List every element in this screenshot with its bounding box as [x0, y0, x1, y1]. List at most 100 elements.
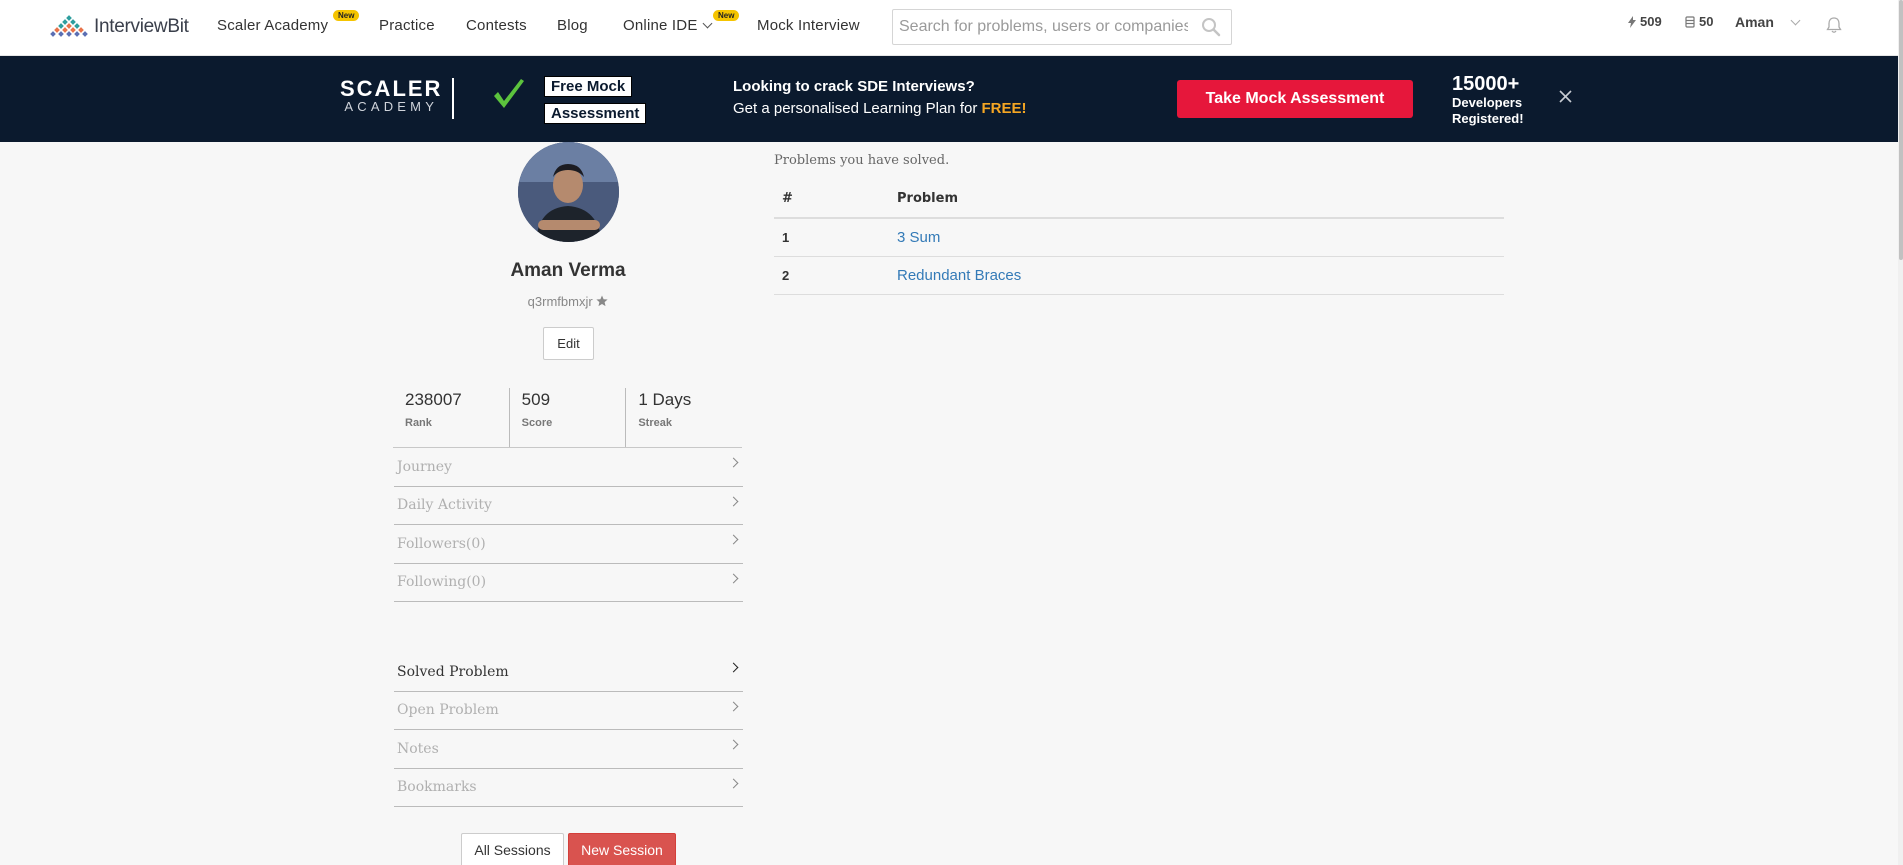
menu-item-daily-activity[interactable]: Daily Activity: [394, 487, 743, 525]
registered-number: 15000+: [1452, 73, 1520, 95]
nav-scaler-academy[interactable]: Scaler Academy: [217, 17, 328, 34]
menu-item-followers[interactable]: Followers(0): [394, 525, 743, 564]
banner-message: Looking to crack SDE Interviews? Get a p…: [733, 76, 1027, 120]
nav-contests[interactable]: Contests: [466, 17, 527, 34]
solved-problems-table: # Problem 1 3 Sum 2 Redundant Braces: [774, 180, 1504, 295]
free-mock-tag: Free Mock: [544, 76, 633, 97]
menu-item-label: Open Problem: [397, 702, 499, 719]
new-badge: New: [713, 10, 740, 21]
solved-caption: Problems you have solved.: [774, 153, 950, 168]
search-icon[interactable]: [1201, 17, 1221, 37]
search-box: [892, 9, 1232, 45]
nav-practice[interactable]: Practice: [379, 17, 435, 34]
bell-icon[interactable]: [1826, 16, 1842, 34]
table-row: 2 Redundant Braces: [774, 256, 1504, 295]
search-input[interactable]: [893, 10, 1188, 44]
chevron-right-icon: [728, 457, 739, 468]
registered-line2: Developers: [1452, 95, 1523, 110]
menu-item-label: Notes: [397, 740, 439, 757]
score-indicator[interactable]: 509: [1628, 14, 1662, 29]
assessment-tag: Assessment: [544, 103, 647, 124]
avatar: [518, 142, 619, 242]
menu-item-following[interactable]: Following(0): [394, 564, 743, 602]
promo-banner: SCALER ACADEMY Free Mock Assessment Look…: [0, 56, 1903, 142]
menu-item-label: Solved Problem: [397, 663, 509, 680]
stat-label: Rank: [405, 417, 432, 429]
lightning-icon: [1628, 15, 1636, 28]
stat-value: 509: [521, 390, 551, 409]
interviewbit-logo[interactable]: InterviewBit: [50, 12, 189, 42]
profile-menu: Journey Daily Activity Followers(0) Foll…: [394, 448, 743, 602]
stat-rank: 238007 Rank: [393, 388, 510, 447]
chevron-right-icon: [728, 496, 739, 507]
all-sessions-button[interactable]: All Sessions: [461, 833, 564, 865]
menu-item-label: Followers(0): [397, 535, 486, 552]
coins-indicator[interactable]: 50: [1685, 14, 1713, 29]
take-mock-assessment-button[interactable]: Take Mock Assessment: [1177, 80, 1413, 118]
problem-menu: Solved Problem Open Problem Notes Bookma…: [394, 653, 743, 807]
column-header-number: #: [774, 180, 889, 219]
column-header-problem: Problem: [889, 180, 1504, 219]
chevron-right-icon: [728, 573, 739, 584]
table-row: 1 3 Sum: [774, 218, 1504, 257]
chevron-right-icon: [728, 534, 739, 545]
scrollbar-thumb[interactable]: [1899, 0, 1903, 260]
nav-mock-interview[interactable]: Mock Interview: [757, 17, 860, 34]
stat-value: 238007: [405, 390, 462, 409]
stat-value: 1 Days: [638, 390, 692, 409]
scaler-logo-line1: SCALER: [340, 76, 443, 101]
logo-text: InterviewBit: [94, 16, 189, 37]
menu-item-solved-problem[interactable]: Solved Problem: [394, 653, 743, 692]
stat-label: Score: [521, 417, 553, 429]
chevron-right-icon: [728, 662, 739, 673]
chevron-down-icon: [1790, 15, 1801, 26]
scaler-academy-logo: SCALER ACADEMY: [340, 78, 442, 114]
row-problem-cell: Redundant Braces: [889, 256, 1504, 295]
star-icon: [596, 295, 608, 307]
nav-blog[interactable]: Blog: [557, 17, 588, 34]
menu-item-notes[interactable]: Notes: [394, 730, 743, 769]
menu-item-label: Following(0): [397, 574, 487, 591]
user-menu[interactable]: Aman: [1735, 14, 1801, 30]
profile-name: Aman Verma: [510, 260, 626, 281]
coins-value: 50: [1699, 14, 1714, 29]
chevron-right-icon: [728, 701, 739, 712]
profile-handle: q3rmfbmxjr: [527, 294, 593, 309]
table-header-row: # Problem: [774, 180, 1504, 219]
new-badge: New: [333, 10, 360, 21]
user-name: Aman: [1735, 14, 1774, 30]
banner-subtext: Get a personalised Learning Plan for: [733, 100, 982, 117]
problem-link[interactable]: 3 Sum: [897, 229, 940, 246]
checkmark-icon: [494, 79, 524, 108]
registered-count: 15000+ Developers Registered!: [1452, 73, 1524, 127]
nav-online-ide-label: Online IDE: [623, 17, 698, 34]
menu-item-label: Journey: [397, 458, 452, 475]
nav-online-ide[interactable]: Online IDE: [623, 17, 712, 34]
profile-handle-row: q3rmfbmxjr: [393, 294, 743, 309]
menu-item-bookmarks[interactable]: Bookmarks: [394, 769, 743, 807]
top-navbar: InterviewBit Scaler Academy New Practice…: [0, 0, 1903, 56]
row-number: 2: [774, 256, 889, 295]
edit-profile-button[interactable]: Edit: [543, 327, 594, 360]
profile-stats: 238007 Rank 509 Score 1 Days Streak: [393, 388, 742, 448]
stat-score: 509 Score: [510, 388, 627, 447]
registered-line3: Registered!: [1452, 111, 1524, 126]
chevron-right-icon: [728, 739, 739, 750]
score-value: 509: [1640, 14, 1662, 29]
stat-streak: 1 Days Streak: [626, 388, 742, 447]
row-number: 1: [774, 218, 889, 257]
logo-icon: [50, 15, 88, 37]
menu-item-label: Daily Activity: [397, 497, 492, 514]
stat-label: Streak: [638, 417, 672, 429]
chevron-down-icon: [702, 18, 712, 29]
banner-divider: [452, 78, 454, 119]
banner-headline: Looking to crack SDE Interviews?: [733, 78, 975, 95]
scaler-logo-line2: ACADEMY: [344, 99, 439, 114]
problem-link[interactable]: Redundant Braces: [897, 267, 1021, 284]
row-problem-cell: 3 Sum: [889, 218, 1504, 257]
new-session-button[interactable]: New Session: [568, 833, 676, 865]
menu-item-journey[interactable]: Journey: [394, 448, 743, 487]
avatar-photo: [518, 142, 619, 242]
close-icon[interactable]: [1558, 89, 1573, 104]
menu-item-open-problem[interactable]: Open Problem: [394, 692, 743, 730]
